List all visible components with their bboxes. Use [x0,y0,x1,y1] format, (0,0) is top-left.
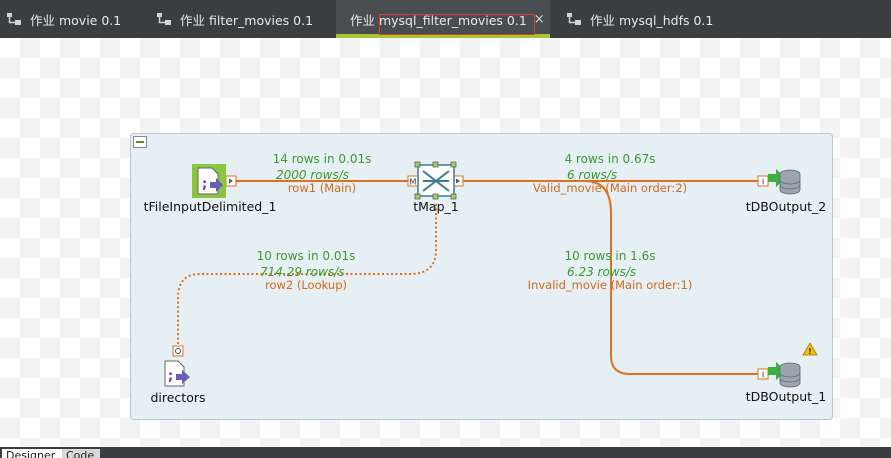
db-output-1-label: tDBOutput_1 [746,389,827,404]
svg-text:I: I [762,178,764,187]
job-icon [7,13,21,25]
valid-rate: 6 rows/s [567,168,617,182]
input-port-icon[interactable]: I [757,368,769,380]
close-tab-icon[interactable]: × [534,12,545,27]
job-tab-bar: 作业 movie 0.1 作业 filter_movies 0.1 作业 mys… [0,0,891,38]
svg-text:;: ; [168,369,173,384]
tab-movie[interactable]: 作业 movie 0.1 [6,0,121,38]
tmap-component[interactable] [414,161,457,200]
tab-mysql-filter-movies[interactable]: 作业 mysql_filter_movies 0.1 × [336,0,550,38]
svg-text:I: I [762,371,764,380]
row2-rate: 714.29 rows/s [260,265,344,279]
svg-text:!: ! [808,347,812,356]
tab-mysql-hdfs[interactable]: 作业 mysql_hdfs 0.1 [566,0,713,38]
input-port-icon[interactable]: M [407,175,419,187]
file-input-label: tFileInputDelimited_1 [144,199,277,214]
editor-bottom-tabs: Designer Code [0,447,891,458]
svg-text:M: M [410,178,417,187]
row2-label[interactable]: row2 (Lookup) [265,278,347,292]
valid-label[interactable]: Valid_movie (Main order:2) [533,181,687,195]
connections-layer: M I I ; tFileInputDelimited_1 tMap_1 tDB… [144,152,827,405]
invalid-label[interactable]: Invalid_movie (Main order:1) [528,278,693,292]
row1-rate: 2000 rows/s [276,168,349,182]
directors-component[interactable]: ; [164,360,190,387]
row1-label[interactable]: row1 (Main) [288,181,356,195]
tab-designer[interactable]: Designer [2,449,66,458]
warning-icon: ! [802,342,818,356]
invalid-stats: 10 rows in 1.6s [564,249,655,263]
db-output-2-component[interactable] [768,169,801,195]
db-output-1-component[interactable] [768,362,801,388]
job-design-canvas[interactable]: M I I ; tFileInputDelimited_1 tMap_1 tDB… [0,38,891,447]
row2-stats: 10 rows in 0.01s [257,249,356,263]
file-input-component[interactable]: ; [192,164,226,198]
directors-label: directors [150,390,205,405]
tab-label: 作业 movie 0.1 [30,12,122,28]
svg-text:;: ; [202,177,207,192]
input-port-icon[interactable]: I [757,175,769,187]
row1-stats: 14 rows in 0.01s [273,152,372,166]
output-port-icon[interactable] [225,175,237,187]
tmap-label: tMap_1 [413,199,458,214]
tab-label: 作业 mysql_filter_movies 0.1 [350,12,527,28]
tab-filter-movies[interactable]: 作业 filter_movies 0.1 [156,0,313,38]
file-input-icon [197,167,219,195]
db-output-2-label: tDBOutput_2 [746,199,827,214]
tab-label: 作业 mysql_hdfs 0.1 [590,12,714,28]
output-port-icon[interactable] [172,345,184,357]
job-icon [567,13,581,25]
tab-label: 作业 filter_movies 0.1 [180,12,314,28]
invalid-rate: 6.23 rows/s [567,265,636,279]
valid-stats: 4 rows in 0.67s [564,152,655,166]
job-icon [157,13,171,25]
tab-code[interactable]: Code [62,449,100,458]
